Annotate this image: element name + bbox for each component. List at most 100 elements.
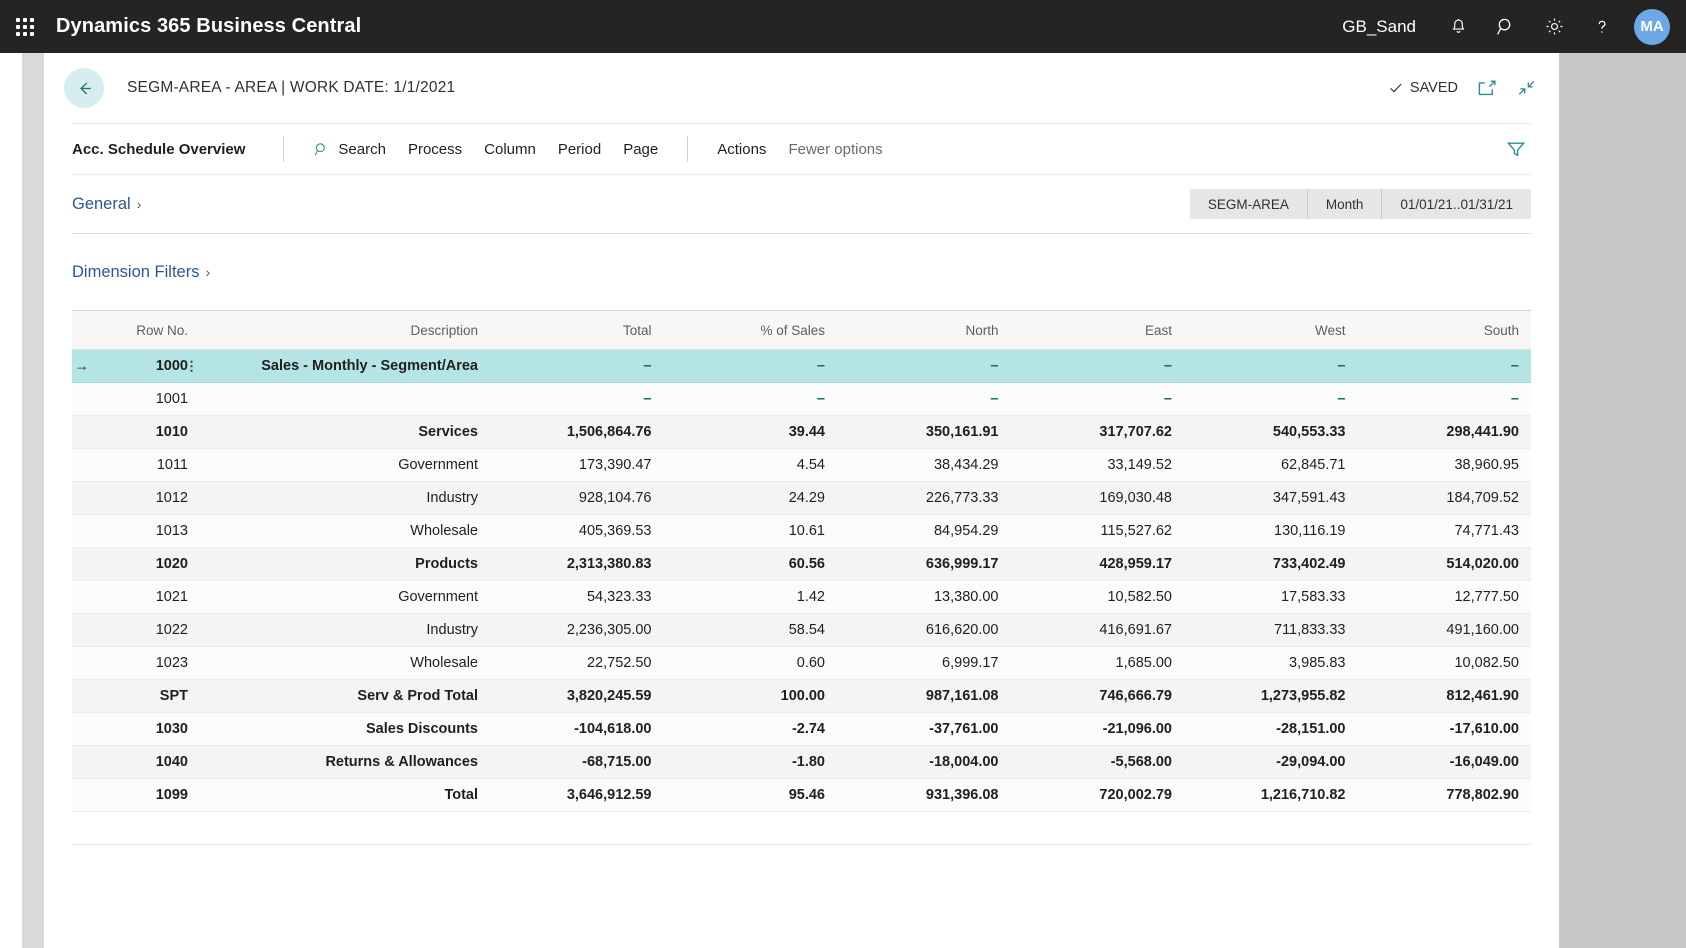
cell-pct-of-sales[interactable]: 95.46 — [664, 779, 838, 812]
cell-west[interactable]: 1,273,955.82 — [1184, 680, 1358, 713]
chip-period-type[interactable]: Month — [1308, 189, 1383, 219]
cell-north[interactable]: 6,999.17 — [837, 647, 1011, 680]
cell-description[interactable]: Returns & Allowances — [200, 746, 490, 779]
cell-description[interactable]: Products — [200, 548, 490, 581]
cell-row-no[interactable]: SPT — [72, 680, 200, 713]
cell-north[interactable]: 350,161.91 — [837, 416, 1011, 449]
cell-east[interactable]: 115,527.62 — [1011, 515, 1185, 548]
cell-north[interactable]: 13,380.00 — [837, 581, 1011, 614]
cell-north[interactable]: 616,620.00 — [837, 614, 1011, 647]
cell-row-no[interactable]: 1001 — [72, 383, 200, 416]
cell-south[interactable]: – — [1358, 383, 1532, 416]
cell-north[interactable]: – — [837, 350, 1011, 383]
cell-south[interactable]: 812,461.90 — [1358, 680, 1532, 713]
cell-pct-of-sales[interactable]: 24.29 — [664, 482, 838, 515]
cell-description[interactable]: Wholesale — [200, 647, 490, 680]
table-row[interactable]: 1030Sales Discounts-104,618.00-2.74-37,7… — [72, 713, 1531, 746]
column-header-west[interactable]: West — [1184, 311, 1358, 350]
cell-east[interactable]: 746,666.79 — [1011, 680, 1185, 713]
cell-north[interactable]: -18,004.00 — [837, 746, 1011, 779]
ribbon-item-fewer-options[interactable]: Fewer options — [777, 135, 893, 164]
ribbon-item-column[interactable]: Column — [473, 135, 547, 164]
cell-pct-of-sales[interactable]: -1.80 — [664, 746, 838, 779]
cell-description[interactable]: Industry — [200, 614, 490, 647]
cell-pct-of-sales[interactable]: – — [664, 383, 838, 416]
cell-description[interactable]: Industry — [200, 482, 490, 515]
cell-row-no[interactable]: 1020 — [72, 548, 200, 581]
cell-pct-of-sales[interactable]: 0.60 — [664, 647, 838, 680]
cell-south[interactable]: -16,049.00 — [1358, 746, 1532, 779]
cell-pct-of-sales[interactable]: 10.61 — [664, 515, 838, 548]
cell-north[interactable]: 931,396.08 — [837, 779, 1011, 812]
cell-total[interactable]: – — [490, 383, 664, 416]
cell-row-no[interactable]: 1021 — [72, 581, 200, 614]
table-row[interactable]: 1040Returns & Allowances-68,715.00-1.80-… — [72, 746, 1531, 779]
table-row[interactable]: 1001–––––– — [72, 383, 1531, 416]
cell-south[interactable]: 74,771.43 — [1358, 515, 1532, 548]
cell-row-no[interactable]: →⋮1000 — [72, 350, 200, 383]
help-icon[interactable] — [1578, 0, 1626, 53]
cell-east[interactable]: – — [1011, 383, 1185, 416]
cell-row-no[interactable]: 1010 — [72, 416, 200, 449]
table-row[interactable]: →⋮1000Sales - Monthly - Segment/Area––––… — [72, 350, 1531, 383]
company-name[interactable]: GB_Sand — [1332, 17, 1426, 37]
cell-total[interactable]: 173,390.47 — [490, 449, 664, 482]
cell-east[interactable]: 720,002.79 — [1011, 779, 1185, 812]
cell-east[interactable]: 33,149.52 — [1011, 449, 1185, 482]
cell-total[interactable]: 2,313,380.83 — [490, 548, 664, 581]
cell-north[interactable]: 987,161.08 — [837, 680, 1011, 713]
cell-south[interactable]: 10,082.50 — [1358, 647, 1532, 680]
column-header-pct-of-sales[interactable]: % of Sales — [664, 311, 838, 350]
cell-south[interactable]: 38,960.95 — [1358, 449, 1532, 482]
cell-description[interactable]: Services — [200, 416, 490, 449]
cell-row-no[interactable]: 1011 — [72, 449, 200, 482]
cell-north[interactable]: -37,761.00 — [837, 713, 1011, 746]
cell-north[interactable]: 636,999.17 — [837, 548, 1011, 581]
cell-description[interactable]: Wholesale — [200, 515, 490, 548]
cell-pct-of-sales[interactable]: 1.42 — [664, 581, 838, 614]
cell-row-no[interactable]: 1099 — [72, 779, 200, 812]
cell-south[interactable]: 778,802.90 — [1358, 779, 1532, 812]
cell-total[interactable]: -104,618.00 — [490, 713, 664, 746]
cell-south[interactable]: 491,160.00 — [1358, 614, 1532, 647]
collapse-icon[interactable] — [1516, 78, 1537, 98]
cell-total[interactable]: -68,715.00 — [490, 746, 664, 779]
table-row[interactable]: 1023Wholesale22,752.500.606,999.171,685.… — [72, 647, 1531, 680]
cell-total[interactable]: 405,369.53 — [490, 515, 664, 548]
cell-north[interactable]: 226,773.33 — [837, 482, 1011, 515]
ribbon-item-process[interactable]: Process — [397, 135, 473, 164]
filter-icon[interactable] — [1505, 139, 1527, 159]
cell-total[interactable]: 54,323.33 — [490, 581, 664, 614]
cell-east[interactable]: 10,582.50 — [1011, 581, 1185, 614]
cell-east[interactable]: -21,096.00 — [1011, 713, 1185, 746]
cell-west[interactable]: 62,845.71 — [1184, 449, 1358, 482]
app-launcher-icon[interactable] — [14, 16, 36, 38]
cell-row-no[interactable]: 1022 — [72, 614, 200, 647]
cell-west[interactable]: -29,094.00 — [1184, 746, 1358, 779]
table-row[interactable]: 1020Products2,313,380.8360.56636,999.174… — [72, 548, 1531, 581]
ribbon-item-page[interactable]: Page — [612, 135, 669, 164]
cell-east[interactable]: 428,959.17 — [1011, 548, 1185, 581]
cell-row-no[interactable]: 1012 — [72, 482, 200, 515]
cell-total[interactable]: 3,820,245.59 — [490, 680, 664, 713]
cell-east[interactable]: 1,685.00 — [1011, 647, 1185, 680]
cell-north[interactable]: 84,954.29 — [837, 515, 1011, 548]
cell-east[interactable]: 416,691.67 — [1011, 614, 1185, 647]
cell-description[interactable] — [200, 383, 490, 416]
table-row[interactable]: 1012Industry928,104.7624.29226,773.33169… — [72, 482, 1531, 515]
cell-north[interactable]: – — [837, 383, 1011, 416]
ribbon-item-period[interactable]: Period — [547, 135, 612, 164]
back-arrow-icon[interactable] — [64, 68, 104, 108]
search-icon[interactable] — [1482, 0, 1530, 53]
cell-row-no[interactable]: 1023 — [72, 647, 200, 680]
cell-south[interactable]: 298,441.90 — [1358, 416, 1532, 449]
cell-description[interactable]: Government — [200, 449, 490, 482]
table-row[interactable]: SPTServ & Prod Total3,820,245.59100.0098… — [72, 680, 1531, 713]
cell-north[interactable]: 38,434.29 — [837, 449, 1011, 482]
cell-description[interactable]: Sales Discounts — [200, 713, 490, 746]
cell-west[interactable]: 711,833.33 — [1184, 614, 1358, 647]
cell-pct-of-sales[interactable]: 100.00 — [664, 680, 838, 713]
cell-south[interactable]: 12,777.50 — [1358, 581, 1532, 614]
general-section-toggle[interactable]: General › — [72, 195, 141, 214]
cell-total[interactable]: 22,752.50 — [490, 647, 664, 680]
